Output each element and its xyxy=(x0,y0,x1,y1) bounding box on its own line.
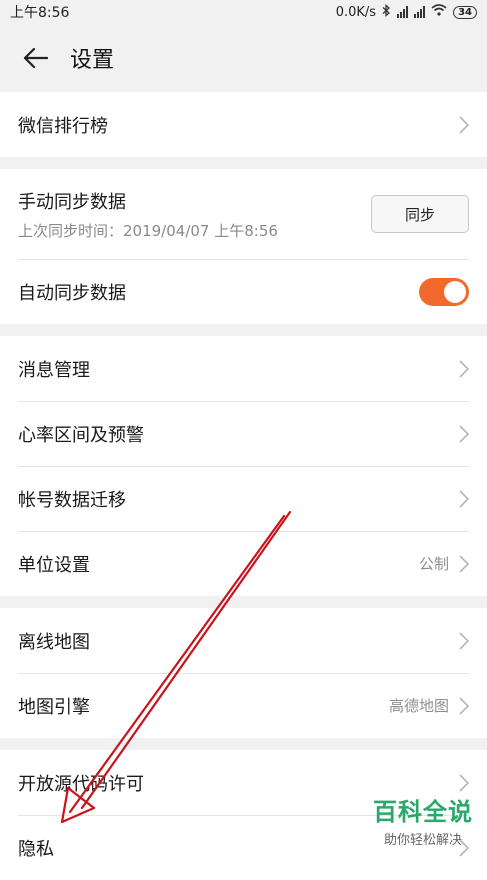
auto-sync-toggle[interactable] xyxy=(419,277,469,306)
account-migration-item[interactable]: 帐号数据迁移 xyxy=(0,466,487,531)
chevron-right-icon xyxy=(459,489,469,508)
row-label: 帐号数据迁移 xyxy=(18,489,126,511)
signal-icon-2 xyxy=(414,6,426,18)
last-sync-time: 上次同步时间：2019/04/07 上午8:56 xyxy=(18,221,278,240)
row-label: 手动同步数据 xyxy=(18,191,126,213)
title-bar: 设置 xyxy=(0,24,487,92)
map-engine-item[interactable]: 地图引擎 高德地图 xyxy=(0,673,487,738)
chevron-right-icon xyxy=(459,359,469,378)
row-label: 自动同步数据 xyxy=(18,282,126,304)
offline-map-item[interactable]: 离线地图 xyxy=(0,608,487,673)
manual-sync-item: 手动同步数据 上次同步时间：2019/04/07 上午8:56 同步 xyxy=(0,169,487,259)
status-time: 上午8:56 xyxy=(10,5,70,21)
chevron-right-icon xyxy=(459,696,469,715)
chevron-right-icon xyxy=(459,115,469,134)
heart-rate-zone-item[interactable]: 心率区间及预警 xyxy=(0,401,487,466)
sync-button[interactable]: 同步 xyxy=(371,195,469,233)
row-label: 消息管理 xyxy=(18,359,90,381)
network-speed: 0.0K/s xyxy=(335,4,377,20)
row-label: 离线地图 xyxy=(18,631,90,653)
back-arrow-icon xyxy=(23,47,48,69)
unit-value: 公制 xyxy=(418,555,449,573)
row-label: 心率区间及预警 xyxy=(18,424,144,446)
row-label: 单位设置 xyxy=(18,554,90,576)
chevron-right-icon xyxy=(459,631,469,650)
settings-group-ranking: 微信排行榜 xyxy=(0,92,487,157)
status-indicators: 0.0K/s 34 xyxy=(335,3,477,21)
signal-icon xyxy=(397,6,409,18)
row-label: 开放源代码许可 xyxy=(18,773,144,795)
row-label: 微信排行榜 xyxy=(18,115,108,137)
chevron-right-icon xyxy=(459,773,469,792)
watermark-logo: 百科全说 助你轻松解决 xyxy=(373,792,473,848)
battery-icon: 34 xyxy=(453,5,477,19)
watermark-title: 百科全说 xyxy=(373,798,473,826)
settings-group-map: 离线地图 地图引擎 高德地图 xyxy=(0,608,487,738)
wechat-ranking-item[interactable]: 微信排行榜 xyxy=(0,92,487,157)
message-management-item[interactable]: 消息管理 xyxy=(0,336,487,401)
row-label: 地图引擎 xyxy=(18,696,90,718)
page-title: 设置 xyxy=(70,48,115,73)
toggle-knob xyxy=(444,280,466,303)
back-button[interactable] xyxy=(0,24,70,92)
row-label: 隐私 xyxy=(18,838,54,860)
map-engine-value: 高德地图 xyxy=(388,697,449,715)
chevron-right-icon xyxy=(459,424,469,443)
settings-group-sync: 手动同步数据 上次同步时间：2019/04/07 上午8:56 同步 自动同步数… xyxy=(0,169,487,324)
settings-group-general: 消息管理 心率区间及预警 帐号数据迁移 单位设置 公制 xyxy=(0,336,487,596)
unit-settings-item[interactable]: 单位设置 公制 xyxy=(0,531,487,596)
watermark-subtitle: 助你轻松解决 xyxy=(383,833,462,848)
chevron-right-icon xyxy=(459,554,469,573)
wifi-icon xyxy=(431,4,447,20)
status-bar: 上午8:56 0.0K/s 34 xyxy=(0,0,487,24)
bluetooth-icon xyxy=(382,3,391,21)
auto-sync-item: 自动同步数据 xyxy=(0,259,487,324)
